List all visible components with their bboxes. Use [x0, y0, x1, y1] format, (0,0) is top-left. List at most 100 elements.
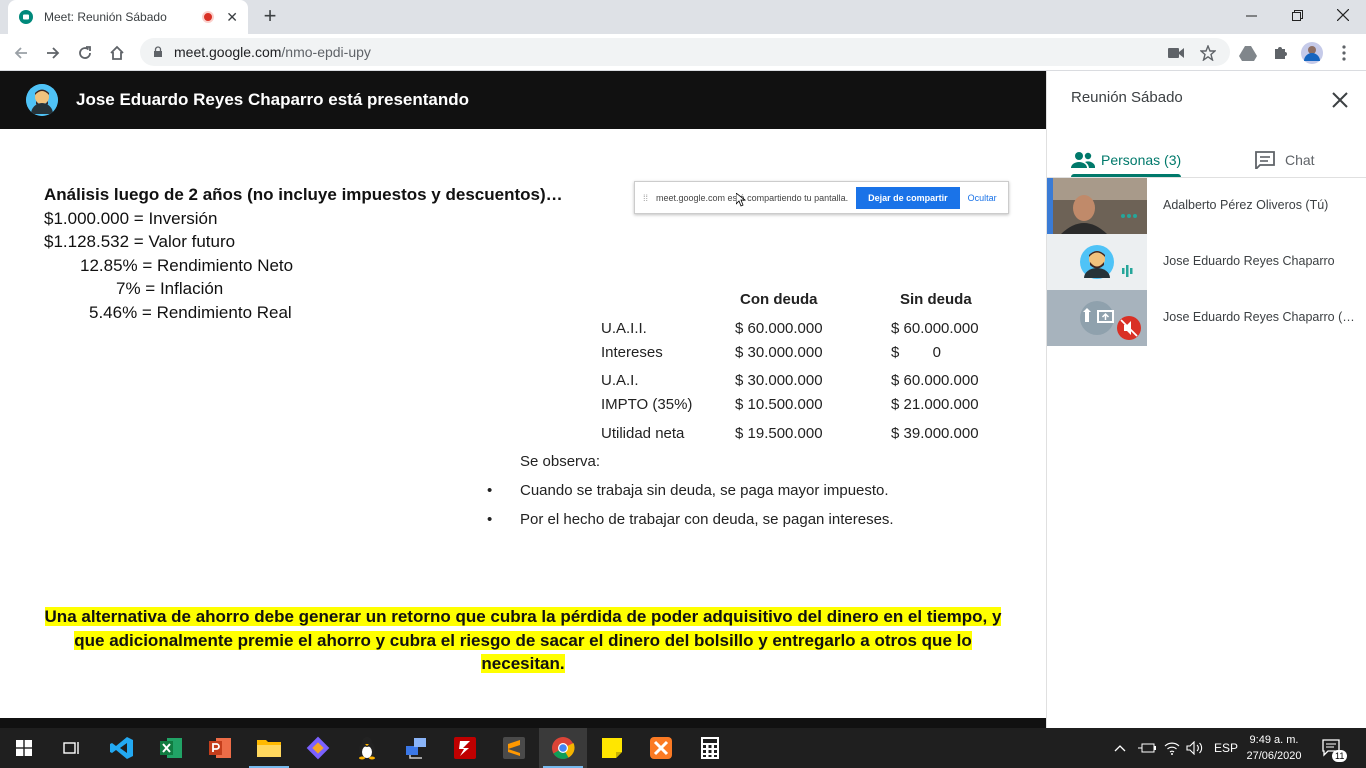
system-clock[interactable]: 9:49 a. m. 27/06/2020: [1246, 732, 1302, 764]
minimize-button[interactable]: [1228, 0, 1274, 30]
observe-label: Se observa:: [520, 453, 601, 470]
participant-row[interactable]: Adalberto Pérez Oliveros (Tú): [1047, 178, 1366, 234]
close-window-button[interactable]: [1320, 0, 1366, 30]
taskbar-calculator[interactable]: [686, 728, 734, 768]
column-header: Sin deuda: [900, 291, 972, 308]
forward-arrow-icon: [47, 47, 60, 59]
penguin-icon: [359, 737, 375, 760]
hide-notice-button[interactable]: Ocultar: [968, 193, 997, 203]
share-notice-text: meet.google.com está compartiendo tu pan…: [656, 192, 849, 203]
taskbar-excel[interactable]: [147, 728, 195, 768]
analysis-block: Análisis luego de 2 años (no incluye imp…: [44, 183, 563, 324]
taskbar-sublime[interactable]: [490, 728, 538, 768]
drag-handle-icon[interactable]: ⁞⁞: [643, 193, 648, 203]
participant-avatar-thumbnail: [1047, 234, 1147, 290]
back-button[interactable]: [8, 40, 34, 66]
highlighted-conclusion: Una alternativa de ahorro debe generar u…: [44, 607, 1002, 673]
browser-tab-meet[interactable]: Meet: Reunión Sábado ✕: [8, 0, 248, 34]
participant-video-thumbnail: [1047, 178, 1147, 234]
taskbar-powerpoint[interactable]: [196, 728, 244, 768]
wifi-icon: [1164, 742, 1180, 755]
profile-avatar[interactable]: [1301, 42, 1323, 64]
chat-icon: [1255, 151, 1275, 169]
task-view-button[interactable]: [48, 728, 96, 768]
browser-tab-bar: Meet: Reunión Sábado ✕ +: [0, 0, 1366, 34]
taskbar-xampp[interactable]: [637, 728, 685, 768]
battery-tray[interactable]: [1138, 728, 1156, 768]
camera-in-use-icon[interactable]: [1165, 42, 1187, 64]
xampp-icon: [650, 737, 672, 759]
tab-chat[interactable]: Chat: [1255, 143, 1315, 177]
bookmark-star-icon[interactable]: [1197, 42, 1219, 64]
input-language[interactable]: ESP: [1214, 728, 1238, 768]
git-icon: [306, 736, 330, 760]
taskbar-filezilla[interactable]: [441, 728, 489, 768]
participant-row[interactable]: Jose Eduardo Reyes Chaparro (Presentació…: [1047, 290, 1366, 346]
minimize-icon: [1245, 15, 1257, 16]
restore-button[interactable]: [1274, 0, 1320, 30]
notification-count-badge: 11: [1332, 750, 1348, 762]
calculator-icon: [701, 737, 719, 759]
taskbar-vscode[interactable]: [98, 728, 146, 768]
reload-icon: [79, 46, 91, 59]
drive-extension-icon[interactable]: [1237, 42, 1259, 64]
windows-logo-icon: [16, 740, 32, 756]
presentation-thumbnail: [1047, 290, 1147, 346]
address-bar[interactable]: meet.google.com/nmo-epdi-upy: [140, 38, 1230, 66]
close-panel-icon[interactable]: [1329, 89, 1351, 111]
recording-icon: [202, 11, 215, 23]
meeting-details-panel: Reunión Sábado Personas (3) Chat Adalber…: [1046, 71, 1366, 728]
taskbar-network-app[interactable]: [392, 728, 440, 768]
show-hidden-icons-button[interactable]: [1114, 728, 1126, 768]
taskbar-file-explorer[interactable]: [245, 728, 293, 768]
clock-date: 27/06/2020: [1246, 750, 1302, 762]
screen-share-notice: ⁞⁞ meet.google.com está compartiendo tu …: [634, 181, 1009, 214]
people-icon: [1071, 152, 1095, 168]
presenter-avatar: [26, 84, 58, 116]
participant-name: Jose Eduardo Reyes Chaparro (Presentació…: [1163, 310, 1358, 324]
shared-screen: Análisis luego de 2 años (no incluye imp…: [0, 129, 1046, 718]
vscode-icon: [110, 737, 133, 759]
powerpoint-icon: [209, 738, 231, 758]
forward-button[interactable]: [40, 40, 66, 66]
taskbar-sticky-notes[interactable]: [588, 728, 636, 768]
home-button[interactable]: [104, 40, 130, 66]
tab-title: Meet: Reunión Sábado: [44, 10, 167, 24]
browser-menu-icon[interactable]: [1333, 42, 1355, 64]
presentation-bottom-bar: [0, 718, 1046, 728]
restore-icon: [1291, 9, 1303, 21]
sticky-notes-icon: [602, 738, 622, 758]
tab-people[interactable]: Personas (3): [1071, 143, 1181, 177]
taskbar-penguin-app[interactable]: [343, 728, 391, 768]
taskbar-chrome[interactable]: [539, 728, 587, 768]
analysis-line: $1.000.000 = Inversión: [44, 208, 218, 228]
volume-tray[interactable]: [1186, 728, 1204, 768]
new-tab-button[interactable]: +: [258, 4, 282, 28]
url-text: meet.google.com/nmo-epdi-upy: [174, 44, 371, 60]
speaker-icon: [1186, 741, 1203, 755]
network-computer-icon: [406, 738, 426, 759]
participant-name: Adalberto Pérez Oliveros (Tú): [1163, 198, 1329, 212]
task-view-icon: [63, 742, 79, 754]
stop-sharing-button[interactable]: Dejar de compartir: [856, 186, 960, 209]
battery-plug-icon: [1138, 743, 1156, 753]
excel-icon: [160, 738, 182, 758]
filezilla-icon: [454, 737, 476, 759]
folder-icon: [257, 740, 281, 757]
tab-close-icon[interactable]: ✕: [226, 9, 238, 26]
windows-taskbar: ESP 9:49 a. m. 27/06/2020 11: [0, 728, 1366, 768]
wifi-tray[interactable]: [1164, 728, 1180, 768]
close-icon: [1337, 9, 1349, 21]
extensions-puzzle-icon[interactable]: [1269, 42, 1291, 64]
start-button[interactable]: [0, 728, 48, 768]
taskbar-git[interactable]: [294, 728, 342, 768]
chevron-up-icon: [1114, 745, 1126, 752]
tab-chat-label: Chat: [1285, 152, 1315, 168]
back-arrow-icon: [14, 47, 27, 59]
clock-time: 9:49 a. m.: [1249, 734, 1299, 746]
analysis-line: 12.85% = Rendimiento Neto: [80, 255, 294, 275]
participant-row[interactable]: Jose Eduardo Reyes Chaparro: [1047, 234, 1366, 290]
reload-button[interactable]: [72, 40, 98, 66]
action-center-button[interactable]: 11: [1322, 728, 1348, 768]
mouse-cursor-icon: [736, 193, 746, 207]
